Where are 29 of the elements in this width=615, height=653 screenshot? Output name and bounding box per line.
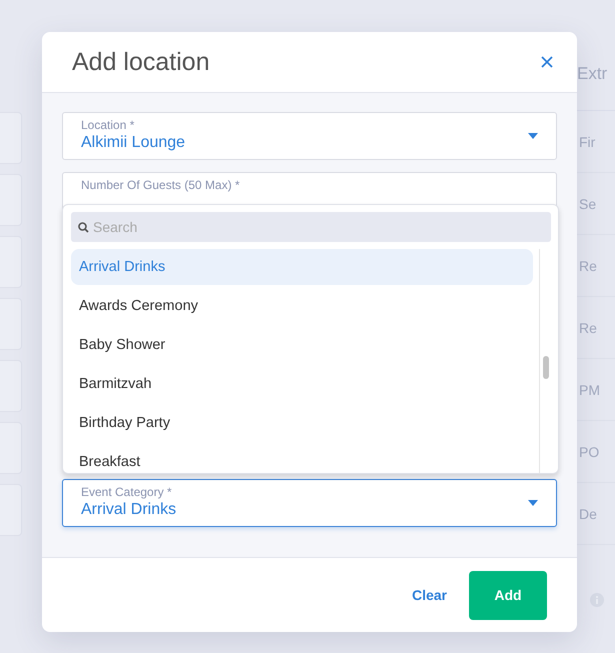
dropdown-option[interactable]: Baby Shower [71,327,533,363]
panel-row-label: Re [579,320,597,336]
scrollbar-thumb[interactable] [543,356,549,379]
field-label: Event Category * [81,485,173,499]
add-button[interactable]: Add [469,570,547,620]
dropdown-option[interactable]: Birthday Party [71,405,533,441]
info-icon [590,593,604,607]
select-field[interactable]: Event Category * Arrival Drinks [62,479,557,527]
panel-row-label: Se [579,196,596,212]
dropdown-option[interactable]: Barmitzvah [71,366,533,402]
panel-row-label: PO [579,444,600,460]
field-value: Arrival Drinks [81,501,176,519]
panel-row-label: PM [579,382,600,398]
panel-row-label: Fir [579,134,596,150]
panel-row-label: Re [579,258,597,274]
dropdown-option[interactable]: Breakfast [71,444,533,473]
clear-button[interactable]: Clear [412,579,447,611]
select-field[interactable]: Location * Alkimii Lounge [62,112,557,160]
search-field[interactable]: Search [71,212,551,242]
dialog-title: Add location [72,48,210,76]
close-icon[interactable] [541,56,553,68]
caret-icon [528,133,538,139]
field-value: Alkimii Lounge [81,134,186,152]
field-label: Number Of Guests (50 Max) * [81,178,240,192]
dropdown-option[interactable]: Arrival Drinks [71,249,533,285]
dropdown-option[interactable]: Awards Ceremony [71,288,533,324]
panel-row-label: De [579,506,597,522]
caret-icon [528,500,538,506]
field-label: Location * [81,118,136,132]
